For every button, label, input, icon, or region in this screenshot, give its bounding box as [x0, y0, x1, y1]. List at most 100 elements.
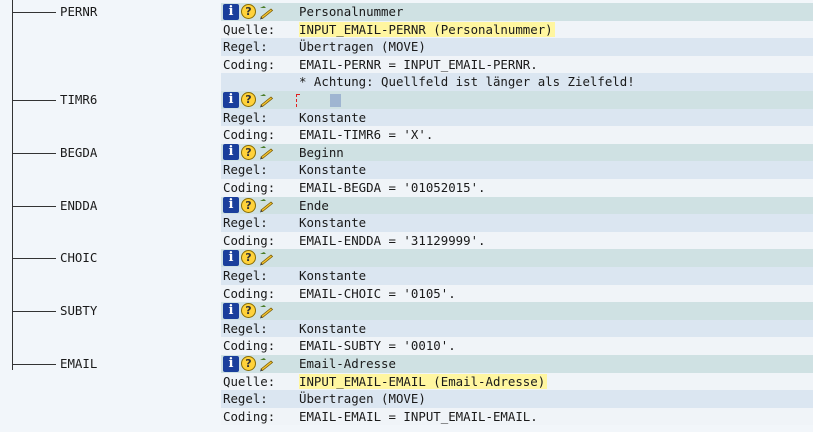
edit-pencil-icon[interactable]	[258, 4, 274, 20]
regel-label: Regel:	[223, 39, 268, 55]
node-icons	[223, 249, 274, 266]
node-name[interactable]: EMAIL	[60, 356, 97, 371]
quelle-label: Quelle:	[223, 373, 276, 389]
regel-row: Regel: Konstante	[0, 319, 813, 338]
edit-pencil-icon[interactable]	[258, 92, 274, 108]
node-icons	[223, 3, 274, 20]
help-icon[interactable]	[241, 303, 256, 319]
coding-label: Coding:	[223, 408, 276, 424]
node-header-pernr: PERNR Personalnummer	[0, 3, 813, 21]
node-icons	[223, 91, 274, 108]
regel-label: Regel:	[223, 268, 268, 283]
regel-row: Regel: Übertragen (MOVE)	[0, 390, 813, 408]
node-icons	[223, 302, 274, 319]
mapping-tree-view: PERNR Personalnummer Quelle: INPUT_EMAIL-PE…	[0, 0, 813, 432]
coding-label: Coding:	[223, 338, 276, 354]
node-header-email: EMAIL Email-Adresse	[0, 355, 813, 373]
help-icon[interactable]	[241, 144, 256, 160]
coding-label: Coding:	[223, 56, 276, 72]
node-icons	[223, 355, 274, 372]
info-icon[interactable]	[223, 302, 239, 319]
quelle-value[interactable]: INPUT_EMAIL-EMAIL (Email-Adresse)	[299, 373, 548, 389]
edit-pencil-icon[interactable]	[258, 144, 274, 160]
regel-label: Regel:	[223, 109, 268, 125]
node-name[interactable]: CHOIC	[60, 250, 97, 265]
coding-row: Coding: EMAIL-EMAIL = INPUT_EMAIL-EMAIL.	[0, 407, 813, 426]
node-name[interactable]: ENDDA	[60, 198, 97, 213]
coding-row: Coding: EMAIL-CHOIC = '0105'.	[0, 284, 813, 303]
regel-row: Regel: Konstante	[0, 108, 813, 127]
coding-label: Coding:	[223, 232, 276, 248]
help-icon[interactable]	[241, 250, 256, 266]
node-header-text: Ende	[299, 197, 329, 213]
node-header-timr6: TIMR6	[0, 91, 813, 109]
node-header-begda: BEGDA Beginn	[0, 143, 813, 162]
regel-value[interactable]: Konstante	[299, 110, 366, 125]
info-icon[interactable]	[223, 144, 239, 161]
regel-value[interactable]: Übertragen (MOVE)	[299, 391, 426, 406]
coding-row: Coding: EMAIL-SUBTY = '0010'.	[0, 337, 813, 355]
quelle-value[interactable]: INPUT_EMAIL-PERNR (Personalnummer)	[299, 21, 555, 37]
coding-value[interactable]: EMAIL-SUBTY = '0010'.	[299, 338, 456, 353]
node-header-text: Email-Adresse	[299, 356, 396, 371]
regel-value[interactable]: Übertragen (MOVE)	[299, 39, 426, 54]
regel-label: Regel:	[223, 162, 268, 178]
edit-pencil-icon[interactable]	[258, 250, 274, 266]
info-icon[interactable]	[223, 355, 239, 372]
quelle-row: Quelle: INPUT_EMAIL-PERNR (Personalnummer…	[0, 20, 813, 39]
regel-label: Regel:	[223, 215, 268, 231]
coding-label: Coding:	[223, 180, 276, 195]
coding-row: Coding: EMAIL-ENDDA = '31129999'.	[0, 231, 813, 250]
info-icon[interactable]	[223, 3, 239, 20]
text-cursor[interactable]	[330, 94, 341, 107]
row-background	[221, 91, 813, 109]
regel-value[interactable]: Konstante	[299, 321, 366, 336]
regel-value[interactable]: Konstante	[299, 268, 366, 283]
coding-value[interactable]: EMAIL-TIMR6 = 'X'.	[299, 127, 433, 142]
coding-row: Coding: EMAIL-PERNR = INPUT_EMAIL-PERNR.	[0, 55, 813, 74]
regel-row: Regel: Konstante	[0, 214, 813, 232]
coding-row: Coding: EMAIL-TIMR6 = 'X'.	[0, 126, 813, 144]
coding-value[interactable]: EMAIL-BEGDA = '01052015'.	[299, 180, 486, 195]
regel-value[interactable]: Konstante	[299, 162, 366, 177]
regel-value[interactable]: Konstante	[299, 215, 366, 230]
node-header-text: Personalnummer	[299, 4, 404, 19]
coding-value[interactable]: EMAIL-CHOIC = '0105'.	[299, 286, 456, 301]
coding-value[interactable]: EMAIL-ENDDA = '31129999'.	[299, 233, 486, 248]
warning-note-row: * Achtung: Quellfeld ist länger als Ziel…	[0, 73, 813, 91]
regel-row: Regel: Übertragen (MOVE)	[0, 38, 813, 56]
coding-value[interactable]: EMAIL-EMAIL = INPUT_EMAIL-EMAIL.	[299, 409, 538, 424]
warning-note: * Achtung: Quellfeld ist länger als Ziel…	[299, 74, 635, 90]
help-icon[interactable]	[241, 92, 256, 107]
info-icon[interactable]	[223, 91, 239, 108]
help-icon[interactable]	[241, 197, 256, 213]
row-background	[221, 249, 813, 267]
node-name[interactable]: SUBTY	[60, 303, 97, 318]
node-name[interactable]: PERNR	[60, 4, 97, 19]
coding-row: Coding: EMAIL-BEGDA = '01052015'.	[0, 179, 813, 197]
node-name[interactable]: TIMR6	[60, 92, 97, 107]
node-name[interactable]: BEGDA	[60, 145, 97, 160]
regel-label: Regel:	[223, 320, 268, 336]
coding-value[interactable]: EMAIL-PERNR = INPUT_EMAIL-PERNR.	[299, 57, 538, 72]
regel-row: Regel: Konstante	[0, 267, 813, 285]
node-header-subty: SUBTY	[0, 302, 813, 320]
coding-label: Coding:	[223, 127, 276, 143]
regel-row: Regel: Konstante	[0, 161, 813, 179]
edit-cursor-marker	[296, 94, 300, 107]
node-header-choic: CHOIC	[0, 249, 813, 267]
node-header-text: Beginn	[299, 144, 344, 160]
regel-label: Regel:	[223, 391, 268, 407]
edit-pencil-icon[interactable]	[258, 197, 274, 213]
node-header-endda: ENDDA Ende	[0, 196, 813, 215]
info-icon[interactable]	[223, 249, 239, 266]
help-icon[interactable]	[241, 4, 256, 19]
info-icon[interactable]	[223, 197, 239, 214]
row-background	[221, 302, 813, 320]
edit-pencil-icon[interactable]	[258, 356, 274, 372]
quelle-row: Quelle: INPUT_EMAIL-EMAIL (Email-Adresse)	[0, 372, 813, 391]
help-icon[interactable]	[241, 356, 256, 371]
quelle-label: Quelle:	[223, 21, 276, 37]
edit-pencil-icon[interactable]	[258, 303, 274, 319]
node-icons	[223, 197, 274, 214]
